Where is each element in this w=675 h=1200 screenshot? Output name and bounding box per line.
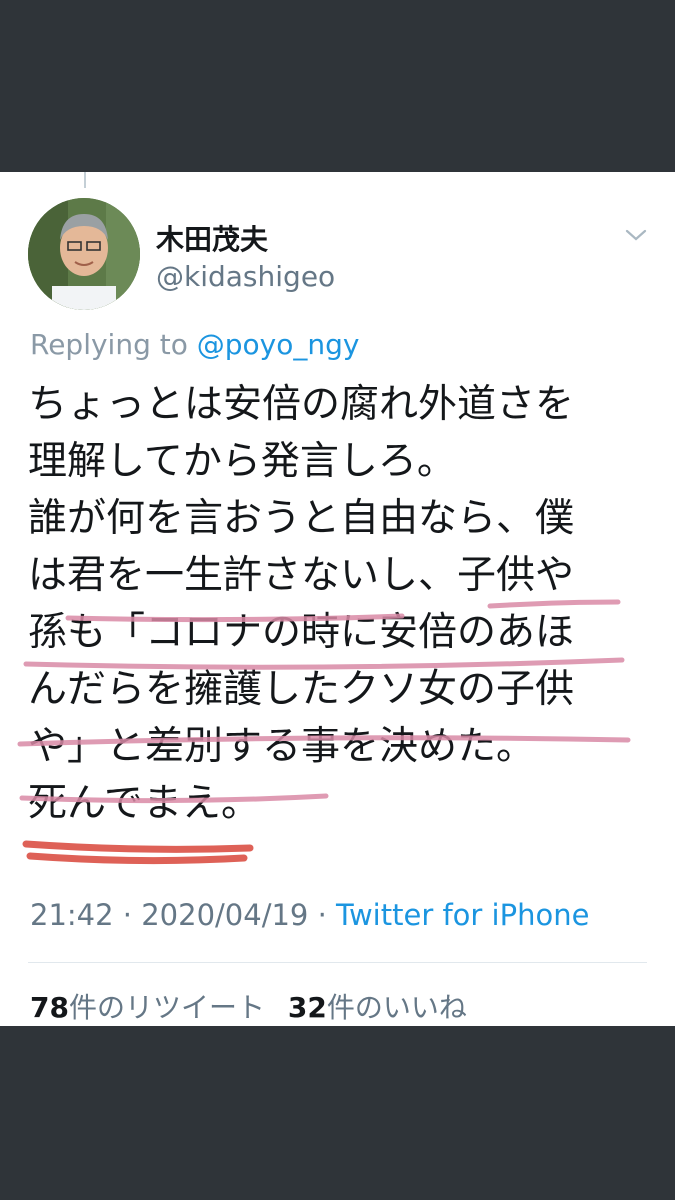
thread-connector-line: [84, 172, 86, 188]
tweet-line: 誰が何を言おうと自由なら、僕: [28, 496, 575, 541]
avatar-image: [28, 198, 140, 310]
author-name[interactable]: 木田茂夫: [156, 218, 268, 258]
tweet-line: んだらを擁護したクソ女の子供: [28, 667, 575, 712]
meta-separator: ·: [122, 898, 133, 932]
underline-mark: [22, 840, 254, 853]
like-count: 32: [287, 991, 327, 1024]
tweet-line: は君を一生許さないし、子供や: [28, 553, 575, 598]
tweet-date: 2020/04/19: [141, 898, 309, 932]
author-handle[interactable]: @kidashigeo: [156, 260, 335, 293]
tweet-time: 21:42: [30, 898, 114, 932]
retweets-stat[interactable]: 78件のリツイート: [30, 991, 265, 1024]
avatar[interactable]: [28, 198, 140, 310]
engagement-stats: 78件のリツイート 32件のいいね: [30, 986, 467, 1026]
tweet-line: 死んでまえ。: [28, 781, 261, 826]
tweet-line: 理解してから発言しろ。: [28, 439, 456, 484]
tweet-metadata: 21:42 · 2020/04/19 · Twitter for iPhone: [30, 898, 589, 932]
tweet-line: ちょっとは安倍の腐れ外道さを: [28, 382, 575, 427]
retweet-count: 78: [30, 991, 69, 1024]
chevron-down-icon[interactable]: [624, 226, 648, 244]
tweet-line: 孫も「コロナの時に安倍のあほ: [28, 610, 575, 655]
tweet-text: ちょっとは安倍の腐れ外道さを 理解してから発言しろ。 誰が何を言おうと自由なら、…: [28, 376, 658, 832]
replying-to: Replying to @poyo_ngy: [30, 328, 359, 361]
tweet-card: 木田茂夫 @kidashigeo Replying to @poyo_ngy ち…: [0, 172, 675, 1026]
underline-mark: [26, 852, 248, 865]
replying-prefix: Replying to: [30, 328, 188, 361]
like-label: 件のいいね: [326, 991, 467, 1024]
likes-stat[interactable]: 32件のいいね: [288, 991, 467, 1024]
meta-separator: ·: [317, 898, 327, 932]
replying-to-mention[interactable]: @poyo_ngy: [197, 328, 360, 361]
retweet-label: 件のリツイート: [68, 991, 265, 1024]
divider: [28, 962, 647, 963]
tweet-line: や」と差別する事を決めた。: [28, 724, 536, 769]
tweet-source[interactable]: Twitter for iPhone: [336, 898, 589, 932]
